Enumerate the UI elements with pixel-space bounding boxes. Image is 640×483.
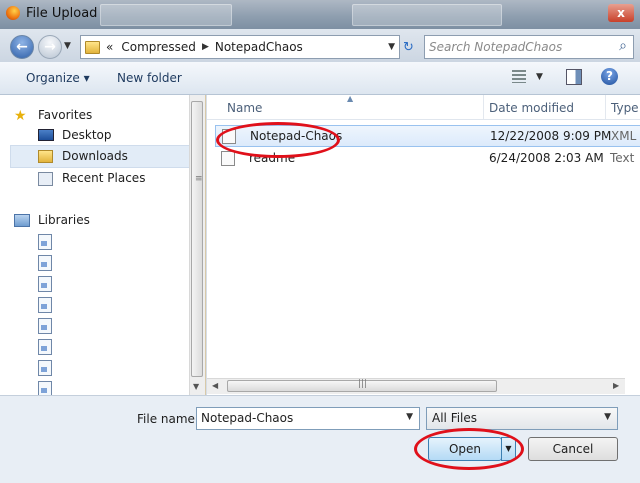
navigation-pane: ★ Favorites Desktop Downloads Recent Pla… (0, 95, 205, 397)
file-list-pane: ▲ Name Date modified Type Notepad-Chaos … (206, 94, 640, 395)
breadcrumb-item-notepadchaos[interactable]: NotepadChaos (215, 40, 303, 54)
column-header-date-modified[interactable]: Date modified (489, 101, 574, 115)
library-document-icon[interactable] (38, 318, 52, 334)
horizontal-scrollbar[interactable]: ◀ ||| ▶ (207, 378, 625, 394)
library-document-icon[interactable] (38, 339, 52, 355)
column-headers: ▲ Name Date modified Type (207, 94, 640, 120)
file-name-value[interactable]: Notepad-Chaos (201, 411, 293, 425)
breadcrumb[interactable]: « Compressed ▶ NotepadChaos ▼ (80, 35, 400, 59)
organize-label: Organize (26, 71, 80, 85)
background-tab (352, 4, 502, 26)
sort-ascending-icon: ▲ (347, 94, 354, 103)
window-title: File Upload (26, 6, 98, 21)
close-button[interactable]: x (608, 4, 634, 22)
organize-button[interactable]: Organize ▾ (26, 71, 90, 85)
open-options-dropdown-icon[interactable]: ▼ (501, 437, 516, 461)
file-row[interactable]: Notepad-Chaos 12/22/2008 9:09 PM XML (215, 125, 640, 147)
open-button[interactable]: Open (428, 437, 502, 461)
scrollbar-thumb[interactable]: ≡ (191, 101, 203, 377)
column-header-name[interactable]: Name (227, 101, 262, 115)
scrollbar-thumb[interactable]: ||| (227, 379, 497, 392)
search-input[interactable] (429, 38, 605, 55)
file-type-filter[interactable]: All Files ▼ (426, 407, 618, 430)
chevron-down-icon[interactable]: ▼ (604, 412, 611, 422)
search-icon[interactable]: ⌕ (619, 38, 627, 54)
breadcrumb-history-icon[interactable]: « (106, 40, 113, 54)
nav-item-label: Favorites (38, 108, 93, 122)
forward-button[interactable]: → (38, 35, 62, 59)
background-tab (100, 4, 232, 26)
xml-file-icon (222, 129, 236, 144)
library-document-icon[interactable] (38, 360, 52, 376)
nav-item-label: Desktop (62, 128, 112, 142)
preview-pane-icon[interactable] (566, 69, 582, 85)
recent-places-icon (38, 172, 53, 186)
column-divider[interactable] (483, 95, 484, 119)
library-document-icon[interactable] (38, 255, 52, 271)
help-icon[interactable]: ? (601, 68, 618, 85)
library-document-icon[interactable] (38, 276, 52, 292)
dialog-footer: File name: Notepad-Chaos ▼ All Files ▼ O… (0, 395, 640, 483)
file-name: readme (249, 151, 296, 165)
scroll-right-icon[interactable]: ▶ (613, 381, 619, 390)
address-bar: ← → ▼ « Compressed ▶ NotepadChaos ▼ ↻ ⌕ (0, 29, 640, 62)
title-bar: File Upload x (0, 0, 640, 29)
nav-item-label: Downloads (62, 149, 128, 163)
folder-icon (38, 150, 53, 163)
file-upload-dialog: File Upload x ← → ▼ « Compressed ▶ Notep… (0, 0, 640, 483)
star-icon: ★ (14, 108, 27, 124)
file-type: XML (611, 129, 637, 143)
chevron-down-icon[interactable]: ▼ (388, 42, 395, 52)
scroll-left-icon[interactable]: ◀ (212, 381, 218, 390)
chevron-down-icon[interactable]: ▼ (406, 412, 413, 422)
new-folder-button[interactable]: New folder (117, 71, 182, 85)
cancel-button[interactable]: Cancel (528, 437, 618, 461)
back-button[interactable]: ← (10, 35, 34, 59)
command-bar: Organize ▾ New folder ▼ ? (0, 62, 640, 95)
libraries-icon (14, 214, 30, 227)
nav-item-label: Recent Places (62, 171, 146, 185)
change-view-icon[interactable] (512, 70, 526, 83)
history-dropdown-icon[interactable]: ▼ (64, 41, 71, 51)
file-name: Notepad-Chaos (250, 129, 343, 143)
breadcrumb-item-compressed[interactable]: Compressed (121, 40, 196, 54)
library-document-icon[interactable] (38, 297, 52, 313)
navigation-scrollbar[interactable]: ≡ ▼ (189, 95, 205, 395)
nav-item-label: Libraries (38, 213, 90, 227)
file-type: Text (610, 151, 635, 165)
breadcrumb-separator-icon[interactable]: ▶ (202, 42, 209, 52)
file-row[interactable]: readme 6/24/2008 2:03 AM Text (215, 148, 640, 168)
chevron-down-icon[interactable]: ▼ (536, 72, 543, 82)
library-document-icon[interactable] (38, 234, 52, 250)
search-box[interactable]: ⌕ (424, 35, 634, 59)
text-file-icon (221, 151, 235, 166)
refresh-icon[interactable]: ↻ (403, 40, 414, 55)
column-header-type[interactable]: Type (611, 101, 639, 115)
grip-icon: ||| (358, 379, 368, 389)
column-divider[interactable] (605, 95, 606, 119)
grip-icon: ≡ (195, 174, 203, 184)
desktop-icon (38, 129, 54, 141)
file-date: 6/24/2008 2:03 AM (489, 151, 604, 165)
firefox-icon (6, 6, 20, 20)
file-type-filter-value: All Files (432, 411, 478, 425)
file-date: 12/22/2008 9:09 PM (490, 129, 612, 143)
file-name-label: File name: (137, 412, 199, 426)
folder-icon (85, 40, 100, 54)
file-name-field[interactable]: Notepad-Chaos ▼ (196, 407, 420, 430)
scroll-down-icon[interactable]: ▼ (193, 382, 199, 391)
